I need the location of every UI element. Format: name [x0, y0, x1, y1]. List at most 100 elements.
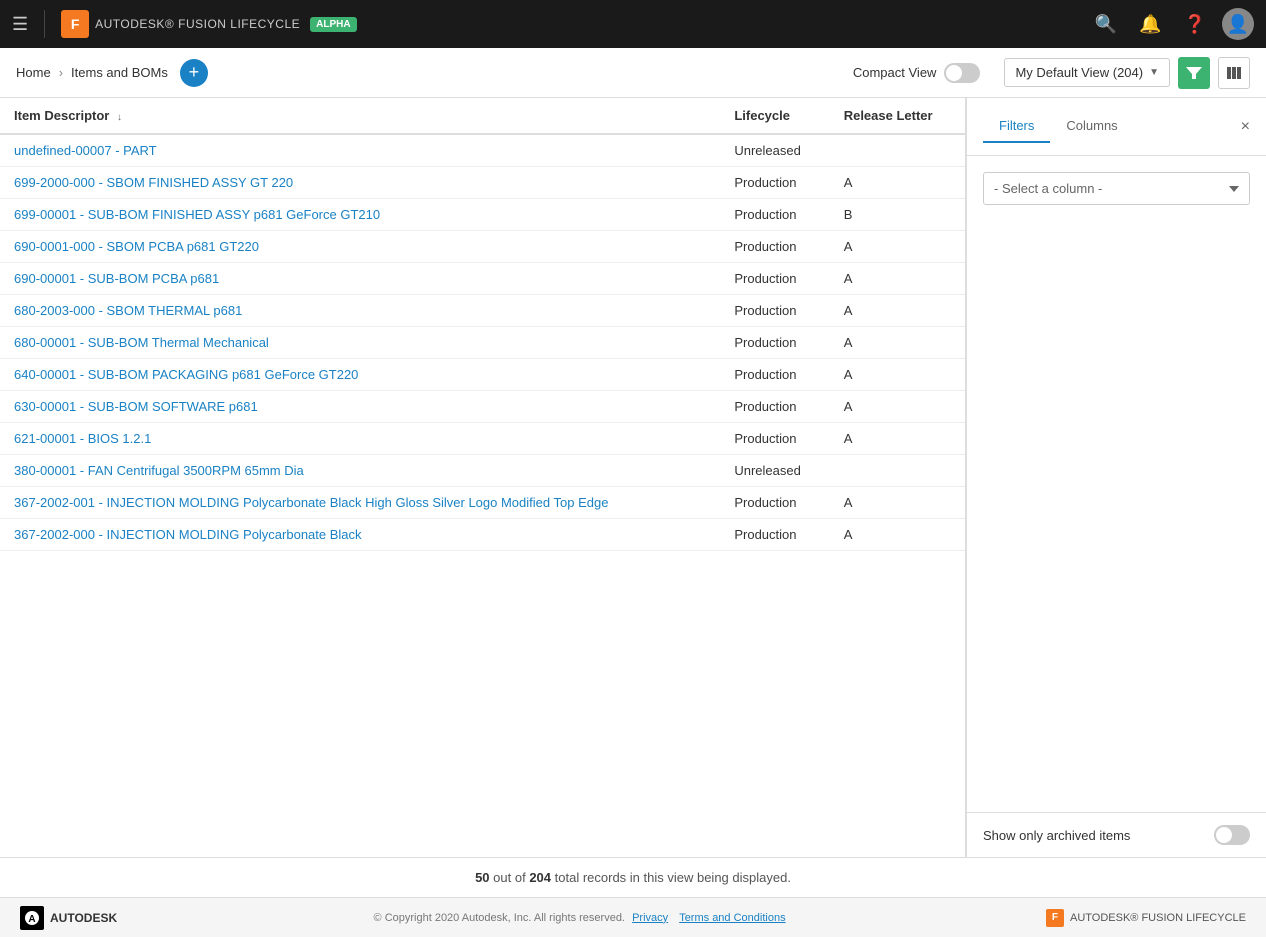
columns-button[interactable] — [1218, 57, 1250, 89]
cell-lifecycle: Production — [720, 263, 829, 295]
cell-release-letter: A — [830, 263, 965, 295]
cell-release-letter: A — [830, 519, 965, 551]
table-row: 640-00001 - SUB-BOM PACKAGING p681 GeFor… — [0, 359, 965, 391]
cell-lifecycle: Production — [720, 519, 829, 551]
cell-lifecycle: Unreleased — [720, 134, 829, 167]
cell-release-letter: A — [830, 231, 965, 263]
table-row: 630-00001 - SUB-BOM SOFTWARE p681 Product… — [0, 391, 965, 423]
cell-item-descriptor: 367-2002-001 - INJECTION MOLDING Polycar… — [0, 487, 720, 519]
autodesk-logo: A AUTODESK — [20, 906, 117, 930]
app-logo: F AUTODESK® FUSION LIFECYCLE ALPHA — [61, 10, 356, 38]
footer: A AUTODESK © Copyright 2020 Autodesk, In… — [0, 897, 1266, 937]
notification-icon[interactable]: 🔔 — [1139, 14, 1161, 35]
column-release-letter[interactable]: Release Letter — [830, 98, 965, 134]
item-link[interactable]: undefined-00007 - PART — [14, 143, 157, 158]
item-link[interactable]: 621-00001 - BIOS 1.2.1 — [14, 431, 151, 446]
filter-panel: Filters Columns × - Select a column - Sh… — [966, 98, 1266, 857]
cell-lifecycle: Production — [720, 199, 829, 231]
default-view-label: My Default View (204) — [1015, 65, 1143, 80]
items-table: Item Descriptor ↓ Lifecycle Release Lett… — [0, 98, 965, 551]
item-link[interactable]: 680-2003-000 - SBOM THERMAL p681 — [14, 303, 242, 318]
item-link[interactable]: 367-2002-000 - INJECTION MOLDING Polycar… — [14, 527, 362, 542]
breadcrumb-bar: Home › Items and BOMs + Compact View My … — [0, 48, 1266, 98]
terms-link[interactable]: Terms and Conditions — [679, 912, 785, 924]
cell-release-letter: A — [830, 359, 965, 391]
column-select[interactable]: - Select a column - — [983, 172, 1250, 205]
cell-item-descriptor: 630-00001 - SUB-BOM SOFTWARE p681 — [0, 391, 720, 423]
item-link[interactable]: 380-00001 - FAN Centrifugal 3500RPM 65mm… — [14, 463, 304, 478]
cell-item-descriptor: 699-2000-000 - SBOM FINISHED ASSY GT 220 — [0, 167, 720, 199]
archived-label: Show only archived items — [983, 828, 1130, 843]
column-lifecycle[interactable]: Lifecycle — [720, 98, 829, 134]
item-link[interactable]: 640-00001 - SUB-BOM PACKAGING p681 GeFor… — [14, 367, 358, 382]
cell-item-descriptor: undefined-00007 - PART — [0, 134, 720, 167]
cell-lifecycle: Production — [720, 231, 829, 263]
app-name: AUTODESK® FUSION LIFECYCLE — [95, 17, 300, 31]
privacy-link[interactable]: Privacy — [632, 912, 668, 924]
cell-item-descriptor: 690-00001 - SUB-BOM PCBA p681 — [0, 263, 720, 295]
hamburger-menu-icon[interactable]: ☰ — [12, 14, 28, 35]
table-header-row: Item Descriptor ↓ Lifecycle Release Lett… — [0, 98, 965, 134]
search-icon[interactable]: 🔍 — [1095, 14, 1117, 35]
footer-right: F AUTODESK® FUSION LIFECYCLE — [1046, 909, 1246, 927]
home-breadcrumb[interactable]: Home — [16, 65, 51, 80]
total-count: 204 — [529, 870, 551, 885]
cell-item-descriptor: 640-00001 - SUB-BOM PACKAGING p681 GeFor… — [0, 359, 720, 391]
nav-divider — [44, 10, 45, 38]
autodesk-logo-mark: A — [20, 906, 44, 930]
filter-panel-header: Filters Columns × — [967, 98, 1266, 156]
item-link[interactable]: 690-00001 - SUB-BOM PCBA p681 — [14, 271, 219, 286]
autodesk-label: AUTODESK — [50, 911, 117, 925]
table-row: 680-00001 - SUB-BOM Thermal MechanicalPr… — [0, 327, 965, 359]
alpha-badge: ALPHA — [310, 17, 356, 32]
cell-release-letter: A — [830, 167, 965, 199]
status-bar: 50 out of 204 total records in this view… — [0, 857, 1266, 897]
column-label-lifecycle: Lifecycle — [734, 108, 790, 123]
table-container: Item Descriptor ↓ Lifecycle Release Lett… — [0, 98, 966, 857]
filter-panel-body: - Select a column - — [967, 156, 1266, 812]
fusion-logo-icon: F — [61, 10, 89, 38]
compact-view-toggle[interactable] — [944, 63, 980, 83]
user-avatar[interactable]: 👤 — [1222, 8, 1254, 40]
cell-lifecycle: Production — [720, 391, 829, 423]
compact-view-container: Compact View — [853, 63, 981, 83]
close-filter-panel-button[interactable]: × — [1241, 118, 1250, 136]
column-label-item-descriptor: Item Descriptor — [14, 108, 109, 123]
tab-columns[interactable]: Columns — [1050, 110, 1133, 143]
tab-filters[interactable]: Filters — [983, 110, 1050, 143]
default-view-button[interactable]: My Default View (204) ▼ — [1004, 58, 1170, 87]
fusion-footer-icon: F — [1046, 909, 1064, 927]
svg-text:A: A — [28, 914, 35, 925]
cell-lifecycle: Production — [720, 295, 829, 327]
column-item-descriptor[interactable]: Item Descriptor ↓ — [0, 98, 720, 134]
cell-item-descriptor: 680-00001 - SUB-BOM Thermal Mechanical — [0, 327, 720, 359]
columns-icon — [1226, 65, 1242, 81]
add-button[interactable]: + — [180, 59, 208, 87]
archived-toggle[interactable] — [1214, 825, 1250, 845]
item-link[interactable]: 680-00001 - SUB-BOM Thermal Mechanical — [14, 335, 269, 350]
item-link[interactable]: 699-2000-000 - SBOM FINISHED ASSY GT 220 — [14, 175, 293, 190]
cell-release-letter — [830, 455, 965, 487]
cell-release-letter: A — [830, 391, 965, 423]
out-of-label: out of — [493, 870, 526, 885]
table-row: 621-00001 - BIOS 1.2.1 ProductionA — [0, 423, 965, 455]
item-link[interactable]: 690-0001-000 - SBOM PCBA p681 GT220 — [14, 239, 259, 254]
cell-item-descriptor: 380-00001 - FAN Centrifugal 3500RPM 65mm… — [0, 455, 720, 487]
cell-lifecycle: Production — [720, 423, 829, 455]
cell-release-letter: A — [830, 423, 965, 455]
shown-count: 50 — [475, 870, 489, 885]
status-suffix: total records in this view being display… — [555, 870, 791, 885]
section-breadcrumb: Items and BOMs — [71, 65, 168, 80]
table-row: 680-2003-000 - SBOM THERMAL p681 Producti… — [0, 295, 965, 327]
table-row: 690-0001-000 - SBOM PCBA p681 GT220 Produ… — [0, 231, 965, 263]
toggle-knob — [946, 65, 962, 81]
item-link[interactable]: 699-00001 - SUB-BOM FINISHED ASSY p681 G… — [14, 207, 380, 222]
item-link[interactable]: 630-00001 - SUB-BOM SOFTWARE p681 — [14, 399, 258, 414]
help-icon[interactable]: ❓ — [1184, 14, 1206, 35]
filter-button[interactable] — [1178, 57, 1210, 89]
table-row: 367-2002-000 - INJECTION MOLDING Polycar… — [0, 519, 965, 551]
cell-lifecycle: Unreleased — [720, 455, 829, 487]
cell-item-descriptor: 690-0001-000 - SBOM PCBA p681 GT220 — [0, 231, 720, 263]
item-link[interactable]: 367-2002-001 - INJECTION MOLDING Polycar… — [14, 495, 608, 510]
filter-panel-footer: Show only archived items — [967, 812, 1266, 857]
